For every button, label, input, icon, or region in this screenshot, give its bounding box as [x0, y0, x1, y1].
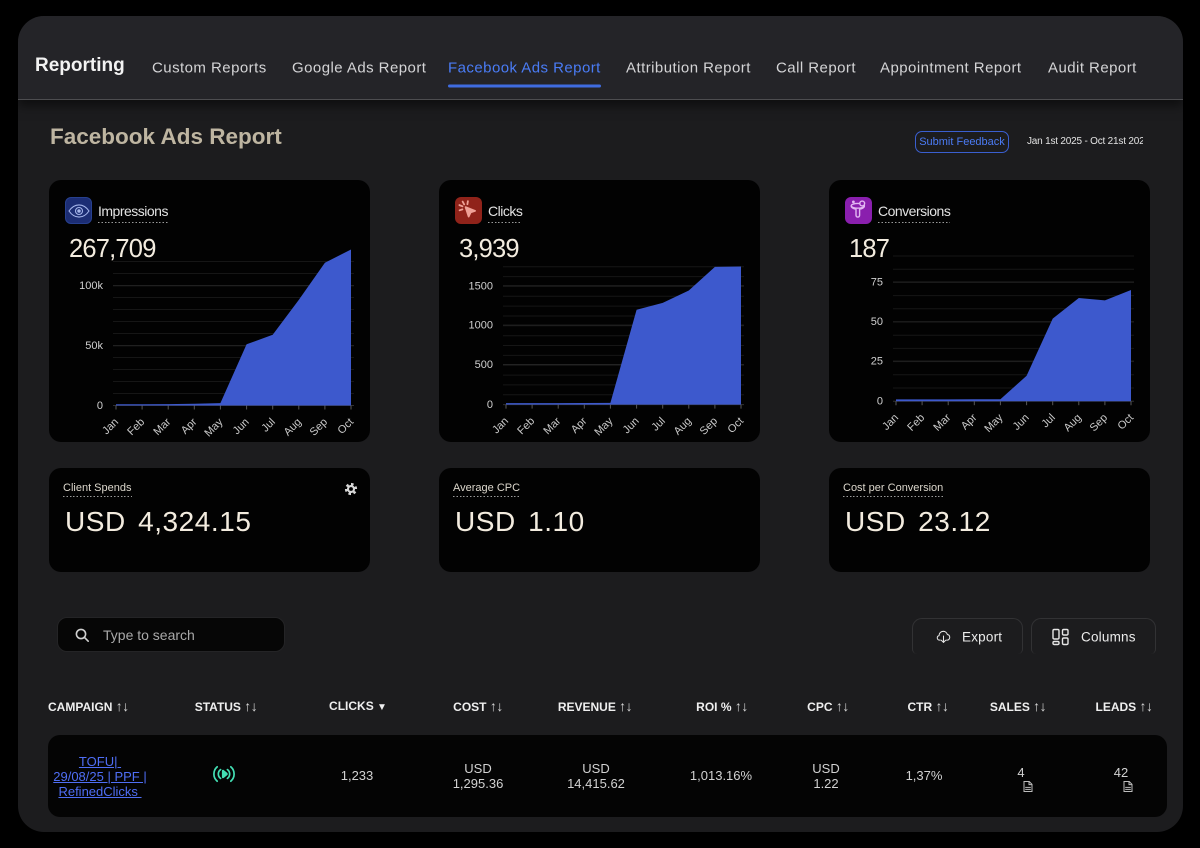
svg-text:Jun: Jun: [621, 415, 642, 436]
svg-text:Jan: Jan: [100, 416, 121, 437]
svg-text:Sep: Sep: [698, 415, 720, 437]
svg-text:Jan: Jan: [490, 415, 511, 436]
svg-text:Aug: Aug: [1062, 412, 1084, 434]
svg-text:Feb: Feb: [125, 416, 147, 438]
svg-text:Jul: Jul: [259, 416, 277, 434]
svg-text:Mar: Mar: [151, 416, 173, 438]
svg-text:Oct: Oct: [336, 416, 357, 437]
svg-text:May: May: [982, 411, 1006, 435]
svg-text:Oct: Oct: [1116, 412, 1137, 433]
svg-text:Apr: Apr: [569, 415, 590, 436]
svg-text:Aug: Aug: [282, 416, 304, 438]
svg-text:May: May: [202, 416, 226, 440]
svg-text:0: 0: [487, 399, 493, 411]
svg-text:Jun: Jun: [1011, 412, 1032, 433]
svg-text:Jul: Jul: [649, 415, 667, 433]
svg-text:Mar: Mar: [541, 415, 563, 437]
svg-text:Jul: Jul: [1039, 412, 1057, 430]
svg-text:0: 0: [877, 396, 883, 408]
svg-text:Jun: Jun: [231, 416, 252, 437]
svg-text:Sep: Sep: [1088, 412, 1110, 434]
svg-text:Mar: Mar: [931, 412, 953, 434]
svg-text:Aug: Aug: [672, 415, 694, 437]
svg-text:500: 500: [475, 359, 493, 371]
svg-text:Apr: Apr: [959, 412, 980, 433]
svg-text:1500: 1500: [469, 280, 493, 292]
svg-text:50: 50: [871, 316, 883, 328]
svg-text:1000: 1000: [469, 320, 493, 332]
svg-text:100k: 100k: [79, 280, 103, 292]
svg-text:Feb: Feb: [905, 412, 927, 434]
svg-text:Apr: Apr: [179, 416, 200, 437]
svg-text:Oct: Oct: [726, 415, 747, 436]
svg-text:50k: 50k: [85, 340, 103, 352]
svg-text:25: 25: [871, 356, 883, 368]
svg-text:May: May: [592, 415, 616, 439]
svg-text:Jan: Jan: [880, 412, 901, 433]
svg-text:0: 0: [97, 400, 103, 412]
svg-text:75: 75: [871, 277, 883, 289]
svg-text:Sep: Sep: [308, 416, 330, 438]
svg-text:Feb: Feb: [515, 415, 537, 437]
